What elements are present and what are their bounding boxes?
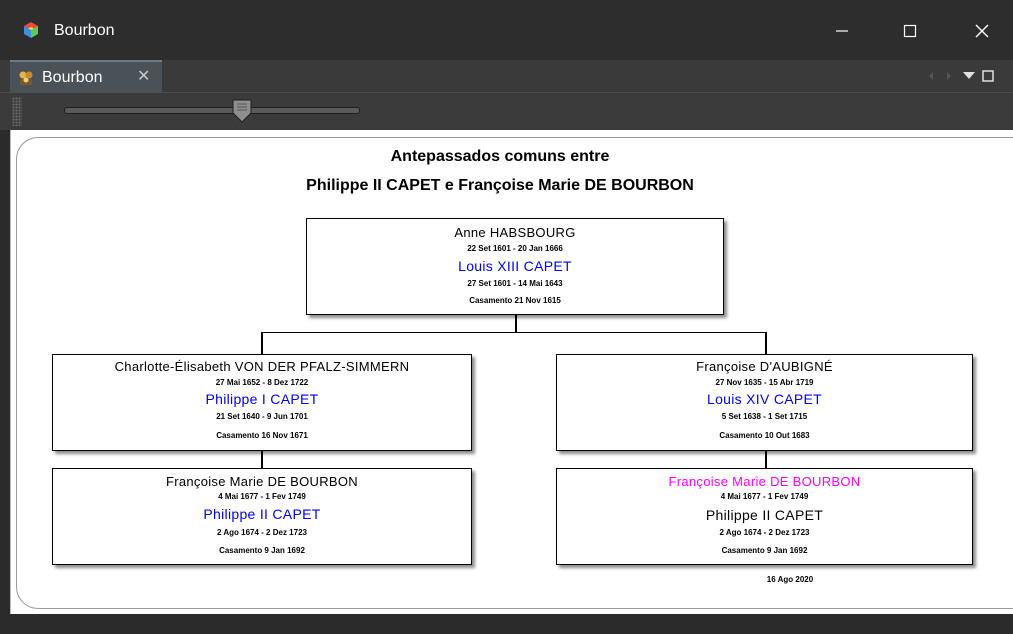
window-title: Bourbon	[54, 22, 115, 39]
spouse-name: Philippe II CAPET	[203, 506, 321, 522]
tree-title-line1: Antepassados comuns entre	[390, 148, 610, 165]
spouse-dates: 27 Set 1601 - 14 Mai 1643	[467, 279, 563, 288]
spouse-dates: 5 Set 1638 - 1 Set 1715	[721, 412, 808, 421]
person-name: Françoise Marie DE BOURBON	[165, 474, 358, 489]
person-box-left-gen3[interactable]: Françoise Marie DE BOURBON 4 Mai 1677 - …	[52, 468, 472, 565]
person-box-left-gen2[interactable]: Charlotte-Élisabeth VON DER PFALZ-SIMMER…	[52, 354, 472, 451]
person-dates: 4 Mai 1677 - 1 Fev 1749	[218, 492, 306, 501]
marriage-date: Casamento 10 Out 1683	[719, 431, 810, 440]
person-name-highlighted: Françoise Marie DE BOURBON	[668, 474, 861, 489]
app-cube-icon	[24, 22, 38, 38]
person-name: Charlotte-Élisabeth VON DER PFALZ-SIMMER…	[114, 359, 410, 374]
marriage-date: Casamento 9 Jan 1692	[721, 546, 808, 555]
marriage-date: Casamento 21 Nov 1615	[469, 296, 561, 305]
tree-title-line2: Philippe II CAPET e Françoise Marie DE B…	[306, 177, 694, 194]
spouse-name: Louis XIV CAPET	[707, 391, 822, 407]
maximize-icon	[903, 24, 917, 38]
person-name: Anne HABSBOURG	[454, 225, 576, 240]
close-icon	[975, 24, 989, 38]
tab-bourbon[interactable]: Bourbon ✕	[10, 60, 162, 93]
editor-tab-bar: Bourbon ✕	[0, 60, 1013, 93]
person-dates: 4 Mai 1677 - 1 Fev 1749	[720, 492, 809, 501]
close-button[interactable]	[962, 14, 1002, 48]
window-titlebar: Bourbon	[0, 0, 1013, 60]
spouse-dates: 2 Ago 1674 - 2 Dez 1723	[217, 528, 307, 537]
toolbar-grip[interactable]	[12, 97, 22, 126]
generated-date: 16 Ago 2020	[766, 575, 814, 584]
spouse-dates: 2 Ago 1674 - 2 Dez 1723	[719, 528, 810, 537]
person-box-root[interactable]: Anne HABSBOURG 22 Set 1601 - 20 Jan 1666…	[306, 218, 724, 315]
person-box-right-gen2[interactable]: Françoise D'AUBIGNÉ 27 Nov 1635 - 15 Abr…	[556, 354, 973, 451]
person-dates: 22 Set 1601 - 20 Jan 1666	[467, 244, 563, 253]
connector-right-down	[765, 332, 767, 354]
connector-root-down	[515, 315, 517, 333]
person-dates: 27 Mai 1652 - 8 Dez 1722	[215, 378, 309, 387]
family-tree-icon	[19, 71, 33, 85]
marriage-date: Casamento 16 Nov 1671	[216, 431, 308, 440]
person-name: Françoise D'AUBIGNÉ	[696, 359, 833, 374]
spouse-name: Louis XIII CAPET	[458, 258, 572, 274]
spouse-dates: 21 Set 1640 - 9 Jun 1701	[216, 412, 308, 421]
connector-left-down	[261, 332, 263, 354]
view-menu-icons[interactable]	[923, 60, 1013, 93]
connector-right-gen3	[765, 451, 767, 468]
connector-horizontal	[261, 332, 767, 333]
tab-label: Bourbon	[42, 69, 103, 86]
marriage-date: Casamento 9 Jan 1692	[219, 546, 305, 555]
tab-close-icon[interactable]: ✕	[137, 68, 150, 86]
person-dates: 27 Nov 1635 - 15 Abr 1719	[715, 378, 814, 387]
minimize-icon	[836, 30, 848, 32]
spouse-name: Philippe I CAPET	[205, 391, 319, 407]
zoom-slider-track[interactable]	[64, 107, 360, 114]
person-box-right-gen3[interactable]: Françoise Marie DE BOURBON 4 Mai 1677 - …	[556, 468, 973, 565]
status-bar	[0, 614, 1013, 634]
maximize-button[interactable]	[890, 14, 930, 48]
connector-left-gen3	[261, 451, 263, 468]
zoom-slider-thumb[interactable]	[231, 98, 253, 124]
spouse-name: Philippe II CAPET	[705, 507, 824, 523]
minimize-button[interactable]	[822, 14, 862, 48]
